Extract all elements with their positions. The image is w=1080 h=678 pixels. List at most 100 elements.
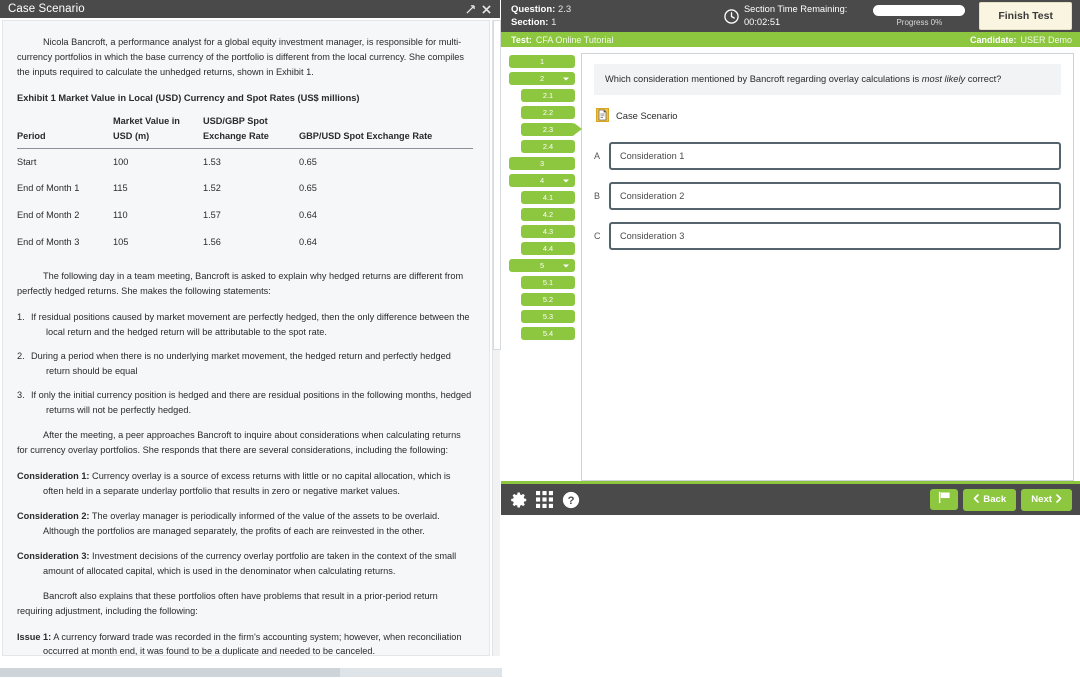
close-icon[interactable] [478, 1, 494, 17]
case-body-wrap: Nicola Bancroft, a performance analyst f… [0, 18, 501, 660]
option-letter-b: B [594, 191, 601, 202]
nav-item-4-4[interactable]: 4.4 [521, 242, 575, 255]
cell-period: End of Month 3 [17, 237, 80, 248]
nav-item-label: 2.1 [542, 91, 554, 100]
question-section-info: Question: 2.3 Section: 1 [511, 3, 571, 29]
nav-item-label: 2.4 [542, 142, 554, 151]
chevron-right-icon [1056, 493, 1062, 506]
consideration-3: Consideration 3: Investment decisions of… [17, 549, 473, 579]
table-row: End of Month 3 105 1.56 0.64 [17, 229, 473, 256]
consideration-3-label: Consideration 3: [17, 550, 90, 561]
statement-text: If residual positions caused by market m… [31, 312, 470, 337]
statement-text: During a period when there is no underly… [31, 350, 451, 376]
next-button-label: Next [1031, 494, 1052, 505]
column-header-usd-gbp: USD/GBP Spot Exchange Rate [203, 113, 299, 149]
case-horizontal-scrollbar-thumb[interactable] [0, 668, 340, 677]
nav-item-label: 5.1 [542, 278, 554, 287]
cell-market-value: 100 [113, 156, 129, 167]
nav-item-2-2[interactable]: 2.2 [521, 106, 575, 119]
case-scenario-link[interactable]: Case Scenario [596, 108, 1061, 123]
finish-test-button[interactable]: Finish Test [979, 2, 1072, 30]
nav-item-label: 4.2 [542, 210, 554, 219]
nav-item-label: 5.2 [542, 295, 554, 304]
case-scenario-content: Nicola Bancroft, a performance analyst f… [2, 20, 490, 656]
nav-item-5-1[interactable]: 5.1 [521, 276, 575, 289]
table-header-row: Period Market Value in USD (m) USD/GBP S… [17, 113, 473, 149]
candidate-value: USER Demo [1020, 34, 1072, 45]
nav-item-2-1[interactable]: 2.1 [521, 89, 575, 102]
nav-item-5-2[interactable]: 5.2 [521, 293, 575, 306]
answer-option-c: C Consideration 3 [594, 222, 1061, 251]
cell-market-value: 110 [113, 210, 128, 221]
nav-item-4-2[interactable]: 4.2 [521, 208, 575, 221]
back-button[interactable]: Back [963, 488, 1017, 511]
candidate-label: Candidate: [969, 34, 1017, 45]
expand-icon[interactable] [462, 1, 478, 17]
document-icon [596, 108, 609, 123]
cell-market-value: 105 [113, 237, 129, 248]
cell-period: End of Month 1 [17, 183, 80, 194]
table-row: Start 100 1.53 0.65 [17, 148, 473, 175]
nav-item-2-3[interactable]: 2.3 [521, 123, 582, 136]
case-vertical-scrollbar[interactable] [492, 20, 501, 656]
progress-bar [873, 5, 966, 16]
answer-option-b: B Consideration 2 [594, 182, 1061, 211]
cell-gbp-usd: 0.65 [299, 183, 317, 194]
option-letter-c: C [594, 231, 601, 242]
nav-item-2[interactable]: 2 [509, 72, 575, 85]
nav-item-5-4[interactable]: 5.4 [521, 327, 575, 340]
option-c-box[interactable]: Consideration 3 [609, 222, 1061, 251]
case-horizontal-scrollbar[interactable] [0, 668, 502, 677]
nav-item-5-3[interactable]: 5.3 [521, 310, 575, 323]
gear-icon[interactable] [509, 490, 528, 509]
flag-button[interactable] [930, 489, 959, 510]
nav-item-4-1[interactable]: 4.1 [521, 191, 575, 204]
test-label: Test: [511, 34, 532, 45]
nav-item-3[interactable]: 3 [509, 157, 575, 170]
help-icon[interactable]: ? [561, 490, 580, 509]
table-row: End of Month 2 110 1.57 0.64 [17, 202, 473, 229]
column-header-market-value: Market Value in USD (m) [113, 113, 203, 149]
cell-usd-gbp: 1.56 [203, 237, 221, 248]
cell-usd-gbp: 1.57 [203, 210, 221, 221]
question-stem: Which consideration mentioned by Bancrof… [594, 64, 1061, 96]
grid-icon[interactable] [535, 490, 554, 509]
nav-item-label: 4.3 [542, 227, 554, 236]
nav-item-4-3[interactable]: 4.3 [521, 225, 575, 238]
nav-item-5[interactable]: 5 [509, 259, 575, 272]
list-item: 3. If only the initial currency position… [17, 388, 473, 418]
consideration-2-text: The overlay manager is periodically info… [43, 511, 440, 536]
consideration-2: Consideration 2: The overlay manager is … [17, 509, 473, 539]
issue-1: Issue 1: A currency forward trade was re… [17, 630, 473, 656]
nav-item-2-4[interactable]: 2.4 [521, 140, 575, 153]
flag-icon [938, 491, 951, 509]
exam-subheader: Test: CFA Online Tutorial Candidate: USE… [501, 32, 1080, 47]
option-letter-a: A [594, 151, 601, 162]
case-vertical-scrollbar-thumb[interactable] [493, 20, 501, 350]
option-a-box[interactable]: Consideration 1 [609, 142, 1061, 171]
meeting-paragraph: The following day in a team meeting, Ban… [17, 271, 464, 297]
footer-tools: ? [509, 490, 580, 509]
cell-usd-gbp: 1.52 [203, 183, 221, 194]
nav-item-1[interactable]: 1 [509, 55, 575, 68]
section-value: 1 [551, 17, 557, 28]
case-scenario-titlebar: Case Scenario [0, 0, 500, 18]
section-label: Section: [511, 17, 549, 28]
issue-1-text: A currency forward trade was recorded in… [43, 631, 462, 656]
nav-item-label: 1 [539, 57, 545, 66]
footer-navigation: Back Next [930, 488, 1072, 511]
question-stem-after: correct? [965, 74, 1002, 84]
nav-item-label: 4 [539, 176, 545, 185]
option-b-box[interactable]: Consideration 2 [609, 182, 1061, 211]
list-item: 1. If residual positions caused by marke… [17, 310, 473, 340]
cell-gbp-usd: 0.64 [299, 210, 317, 221]
nav-item-label: 4.4 [542, 244, 554, 253]
cell-usd-gbp: 1.53 [203, 156, 221, 167]
question-stem-emphasis: most likely [921, 74, 966, 84]
nav-item-4[interactable]: 4 [509, 174, 575, 187]
section-line: Section: 1 [511, 16, 571, 29]
back-button-label: Back [983, 494, 1007, 505]
nav-item-label: 3 [539, 159, 545, 168]
next-button[interactable]: Next [1021, 488, 1072, 511]
exhibit-table: Period Market Value in USD (m) USD/GBP S… [17, 113, 473, 256]
